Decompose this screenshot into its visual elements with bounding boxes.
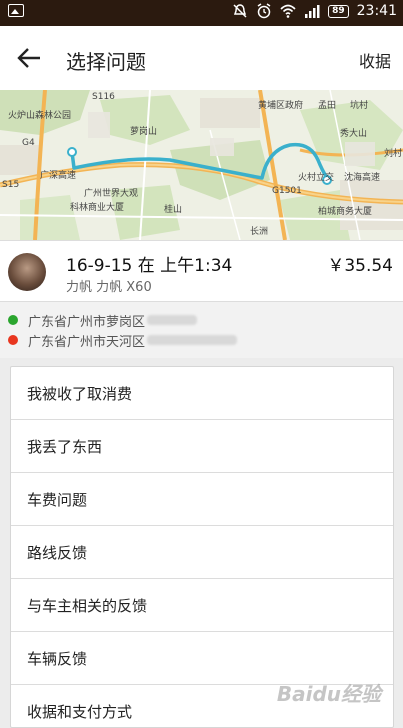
redacted-text — [147, 335, 238, 345]
back-arrow-icon[interactable] — [16, 46, 44, 70]
page-title: 选择问题 — [66, 50, 146, 74]
problem-list: 我被收了取消费 我丢了东西 车费问题 路线反馈 与车主相关的反馈 车辆反馈 收据… — [10, 366, 394, 728]
trip-fare: ￥35.54 — [327, 256, 393, 276]
problem-item-driver[interactable]: 与车主相关的反馈 — [11, 579, 393, 632]
trip-route: 广东省广州市萝岗区 广东省广州市天河区 — [0, 302, 403, 358]
map-label: 广深高速 — [40, 171, 77, 181]
map-label: 科林商业大厦 — [70, 203, 125, 213]
map-label: 柏城商务大厦 — [318, 207, 373, 217]
battery-level: 89 — [328, 4, 349, 18]
problem-item-cancellation-fee[interactable]: 我被收了取消费 — [11, 367, 393, 420]
gallery-notification-icon — [8, 4, 24, 17]
map-label: 刘村 — [384, 149, 403, 159]
trip-summary: 16-9-15 在 上午1:34 力帆 力帆 X60 ￥35.54 — [0, 240, 403, 302]
dropoff-row: 广东省广州市天河区 — [8, 330, 238, 350]
receipt-button[interactable]: 收据 — [359, 48, 391, 72]
dropoff-dot-icon — [8, 335, 18, 345]
map-label: 广州世界大观 — [84, 189, 139, 199]
signal-icon — [305, 5, 320, 18]
map-label: 萝岗山 — [130, 127, 158, 137]
dropoff-address: 广东省广州市天河区 — [28, 334, 146, 350]
pickup-address: 广东省广州市萝岗区 — [28, 314, 146, 330]
map-label: 黄埔区政府 — [258, 101, 304, 111]
problem-item-fare[interactable]: 车费问题 — [11, 473, 393, 526]
app-bar: 选择问题 收据 — [0, 26, 403, 90]
map-label: G4 — [22, 138, 35, 148]
problem-item-route[interactable]: 路线反馈 — [11, 526, 393, 579]
trip-map[interactable]: 火炉山森林公园 S116 萝岗山 黄埔区政府 孟田 坑村 秀大山 G4 广深高速… — [0, 90, 403, 240]
trip-car: 力帆 力帆 X60 — [66, 280, 152, 295]
map-label: G1501 — [272, 186, 302, 196]
pickup-dot-icon — [8, 315, 18, 325]
pickup-row: 广东省广州市萝岗区 — [8, 310, 198, 330]
driver-avatar — [8, 253, 46, 291]
map-label: 桂山 — [164, 205, 183, 215]
wifi-icon — [280, 4, 296, 18]
trip-datetime: 16-9-15 在 上午1:34 — [66, 256, 233, 276]
redacted-text — [147, 315, 198, 325]
watermark: Baidu经验 — [276, 682, 381, 706]
map-label: 火炉山森林公园 — [8, 111, 72, 121]
problem-item-lost-item[interactable]: 我丢了东西 — [11, 420, 393, 473]
clock: 23:41 — [356, 3, 397, 19]
mute-icon — [233, 4, 247, 18]
map-label: 火村立交 — [298, 173, 335, 183]
status-bar: 89 23:41 — [0, 0, 403, 26]
map-label: S116 — [92, 92, 115, 102]
map-label: 秀大山 — [340, 129, 368, 139]
map-label: 沈海高速 — [344, 173, 381, 183]
alarm-icon — [257, 3, 271, 19]
map-label: S15 — [2, 180, 20, 190]
map-label: 孟田 — [318, 101, 337, 111]
map-label: 长洲 — [250, 227, 269, 237]
map-label: 坑村 — [350, 101, 369, 111]
